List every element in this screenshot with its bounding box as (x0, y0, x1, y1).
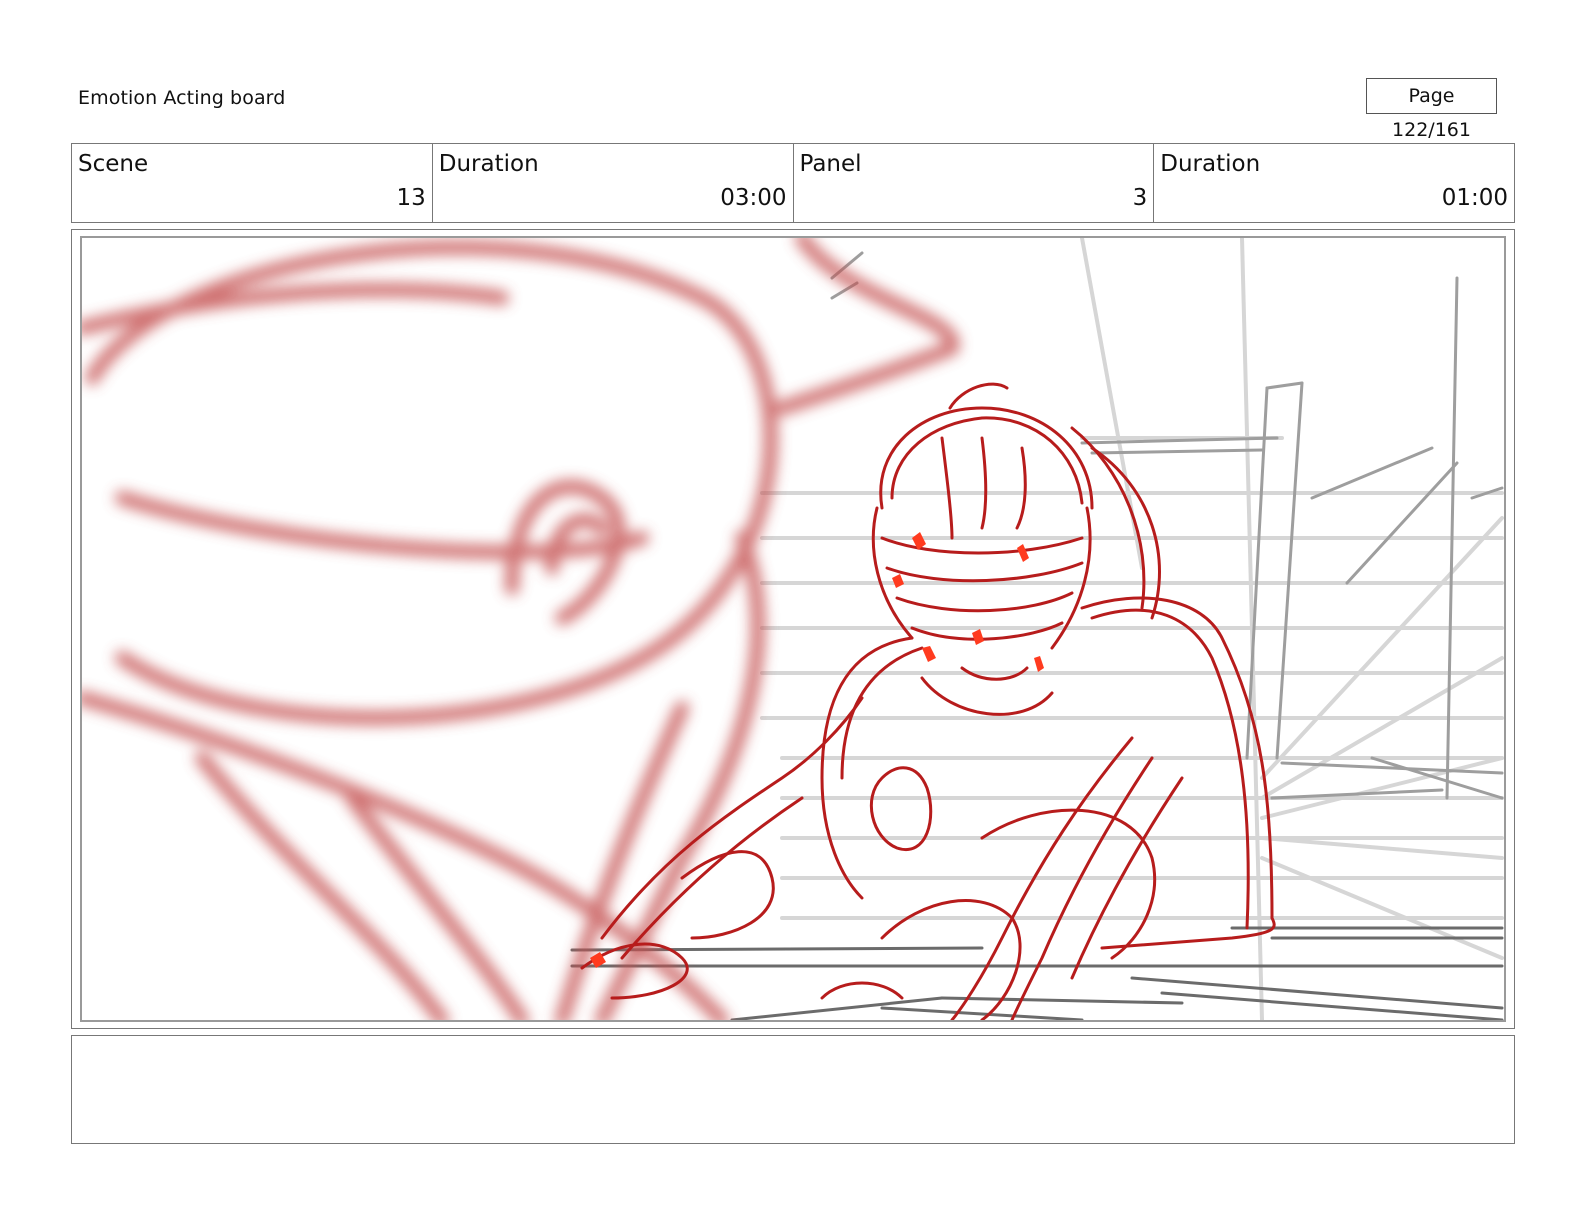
perspective-line (1310, 446, 1434, 500)
forearm-left (680, 850, 775, 940)
background-perspective-lines (570, 238, 1504, 1020)
panel-duration-value: 01:00 (1441, 185, 1508, 211)
perspective-line (1345, 461, 1459, 585)
panel-label: Panel (799, 151, 862, 177)
panel-value: 3 (1132, 185, 1148, 211)
scene-value: 13 (396, 185, 426, 211)
scene-label: Scene (78, 151, 149, 177)
leg-lower (980, 808, 1157, 960)
perspective-line (1160, 991, 1504, 1020)
chin (920, 676, 1054, 716)
face-line-1 (880, 536, 1084, 555)
accent-mark (1034, 656, 1044, 672)
fg-hair-spike (775, 238, 960, 415)
sketch-canvas (82, 238, 1504, 1020)
perspective-line (1260, 516, 1504, 780)
light-gray-lines (760, 238, 1504, 1020)
accent-mark (972, 629, 984, 645)
accent-mark (1017, 544, 1029, 562)
notes-area (71, 1035, 1515, 1144)
perspective-line (940, 996, 1184, 1005)
scene-info-table: Scene 13 Duration 03:00 Panel 3 Duration… (71, 143, 1515, 223)
brow-strokes (940, 436, 1027, 540)
scene-duration-cell: Duration 03:00 (433, 144, 794, 222)
main-character-sketch (580, 382, 1276, 1020)
perspective-line (1260, 856, 1504, 960)
shoulder-right-2 (1090, 608, 1250, 930)
fg-body-left (195, 751, 449, 1020)
perspective-line (1265, 381, 1304, 390)
panel-cell: Panel 3 (794, 144, 1155, 222)
perspective-line (1260, 836, 1504, 860)
page-indicator: Page 122/161 (1366, 78, 1497, 141)
face-line-2 (885, 561, 1084, 583)
fg-head-outline (85, 240, 778, 725)
face-line-3 (895, 591, 1074, 613)
perspective-line (1090, 448, 1264, 455)
document-title: Emotion Acting board (78, 87, 286, 109)
accent-mark (922, 646, 936, 662)
hair-tuft (948, 382, 1009, 410)
scene-duration-value: 03:00 (720, 185, 787, 211)
panel-duration-label: Duration (1160, 151, 1261, 177)
scene-cell: Scene 13 (72, 144, 433, 222)
perspective-line (1260, 656, 1504, 800)
storyboard-drawing (80, 236, 1506, 1022)
panel-duration-cell: Duration 01:00 (1154, 144, 1514, 222)
face-line-4 (910, 621, 1064, 641)
accent-mark (892, 574, 904, 588)
scene-duration-label: Duration (438, 151, 539, 177)
perspective-line (1130, 976, 1504, 1010)
foot-line (820, 981, 904, 1000)
